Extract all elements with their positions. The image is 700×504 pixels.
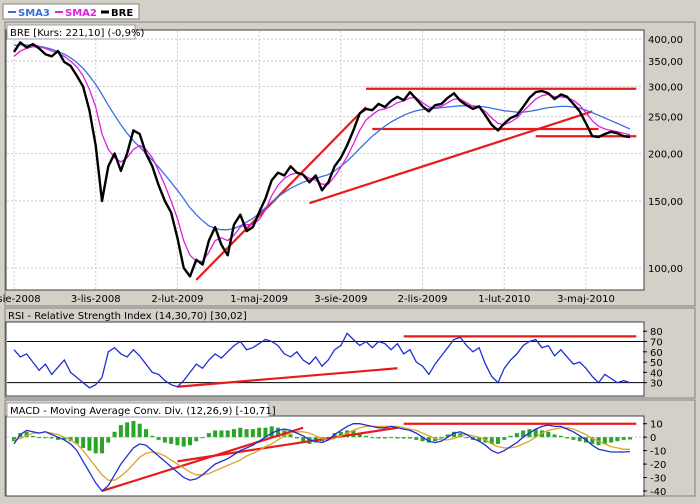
macd-histogram-bar [395, 437, 400, 439]
macd-histogram-bar [118, 425, 123, 438]
macd-y-tick-label: -30 [650, 474, 666, 485]
macd-histogram-bar [106, 437, 111, 443]
rsi-title: RSI - Relative Strength Index (14,30,70)… [8, 311, 247, 322]
macd-histogram-bar [144, 429, 148, 438]
macd-plot-area [5, 415, 645, 497]
macd-histogram-bar [546, 431, 551, 438]
price-y-tick-label: 200,00 [648, 149, 683, 160]
rsi-plot-area [5, 321, 645, 397]
macd-y-tick-label: -40 [650, 487, 666, 498]
rsi-y-axis: 807060504030 [650, 327, 663, 389]
price-y-tick-label: 400,00 [648, 35, 683, 46]
macd-histogram-bar [408, 437, 412, 439]
price-x-tick-label: 2-lut-2009 [151, 294, 203, 305]
macd-histogram-bar [464, 437, 469, 439]
macd-histogram-bar [200, 437, 205, 439]
macd-histogram-bar [175, 437, 180, 446]
legend-label-bre: BRE [111, 8, 133, 19]
legend-label-sma2: SMA2 [65, 8, 97, 19]
legend: SMA3 SMA2 BRE [2, 3, 140, 20]
macd-histogram-bar [496, 437, 500, 444]
macd-y-tick-label: 10 [650, 420, 663, 431]
macd-histogram-bar [577, 437, 582, 442]
macd-histogram-bar [552, 434, 557, 438]
macd-histogram-bar [558, 435, 563, 438]
legend-label-sma3: SMA3 [18, 8, 50, 19]
macd-histogram-bar [87, 437, 92, 451]
macd-histogram-bar [112, 431, 117, 438]
macd-y-tick-label: -10 [650, 447, 666, 458]
price-x-tick-label: 2-lis-2009 [398, 294, 448, 305]
macd-histogram-bar [225, 430, 230, 438]
macd-histogram-bar [188, 437, 192, 446]
price-x-tick-label: 3-lis-2008 [71, 294, 121, 305]
price-y-tick-label: 150,00 [648, 197, 683, 208]
macd-histogram-bar [565, 437, 570, 439]
macd-histogram-bar [401, 437, 406, 439]
macd-histogram-bar [100, 437, 104, 454]
macd-histogram-bar [502, 437, 507, 440]
macd-histogram-bar [137, 423, 142, 438]
macd-y-tick-label: 0 [650, 433, 656, 444]
macd-histogram-bar [439, 437, 444, 439]
macd-histogram-bar [219, 430, 224, 438]
macd-histogram-bar [609, 437, 614, 443]
macd-histogram-bar [194, 437, 199, 442]
macd-y-tick-label: -20 [650, 460, 666, 471]
price-y-tick-label: 300,00 [648, 83, 683, 94]
macd-histogram-bar [621, 437, 626, 440]
macd-title: MACD - Moving Average Conv. Div. (12,26,… [10, 406, 276, 417]
macd-histogram-bar [43, 437, 48, 439]
price-title: BRE [Kurs: 221,10] (-0,9%) [10, 28, 144, 39]
macd-histogram-bar [288, 434, 293, 438]
macd-histogram-bar [181, 437, 186, 447]
macd-histogram-bar [389, 437, 394, 439]
macd-histogram-bar [508, 435, 513, 438]
macd-histogram-bar [514, 433, 519, 438]
macd-histogram-bar [301, 437, 306, 442]
chart-window: 400,00 350,00 300,00 250,00 200,00 150,00 100,… [0, 0, 700, 500]
macd-histogram-bar [206, 433, 211, 438]
macd-histogram-bar [125, 422, 130, 438]
macd-histogram-bar [238, 427, 243, 438]
macd-histogram-bar [414, 437, 419, 440]
macd-histogram-bar [370, 437, 375, 439]
rsi-y-tick-label: 30 [650, 379, 663, 390]
macd-histogram-bar [156, 437, 161, 440]
macd-histogram-bar [376, 437, 381, 439]
macd-histogram-bar [162, 437, 167, 443]
macd-histogram-bar [382, 437, 387, 439]
macd-histogram-bar [232, 429, 236, 438]
price-plot-area [5, 29, 645, 291]
macd-histogram-bar [150, 435, 155, 438]
price-y-tick-label: 350,00 [648, 57, 683, 68]
price-x-tick-label: 3-maj-2010 [557, 294, 615, 305]
macd-histogram-bar [257, 427, 262, 438]
macd-histogram-bar [364, 435, 368, 438]
macd-histogram-bar [93, 437, 98, 454]
macd-histogram-bar [37, 437, 42, 439]
price-x-tick-label: 1-maj-2009 [230, 294, 288, 305]
macd-histogram-bar [169, 437, 174, 444]
price-x-tick-label: 3-sie-2009 [314, 294, 367, 305]
macd-histogram-bar [81, 437, 86, 448]
macd-histogram-bar [628, 437, 632, 440]
macd-histogram-bar [571, 437, 576, 440]
macd-histogram-bar [30, 435, 35, 438]
macd-histogram-bar [213, 430, 218, 438]
price-y-tick-label: 100,00 [648, 264, 683, 275]
macd-histogram-bar [244, 429, 249, 438]
price-x-tick-label: 1-sie-2008 [0, 294, 41, 305]
macd-histogram-bar [615, 437, 620, 442]
macd-histogram-bar [294, 437, 299, 439]
macd-histogram-bar [131, 421, 136, 438]
macd-histogram-bar [250, 429, 255, 438]
price-x-tick-label: 1-lut-2010 [478, 294, 530, 305]
macd-histogram-bar [49, 437, 54, 439]
stock-chart: 400,00 350,00 300,00 250,00 200,00 150,00 100,… [0, 3, 696, 498]
price-y-tick-label: 250,00 [648, 113, 683, 124]
